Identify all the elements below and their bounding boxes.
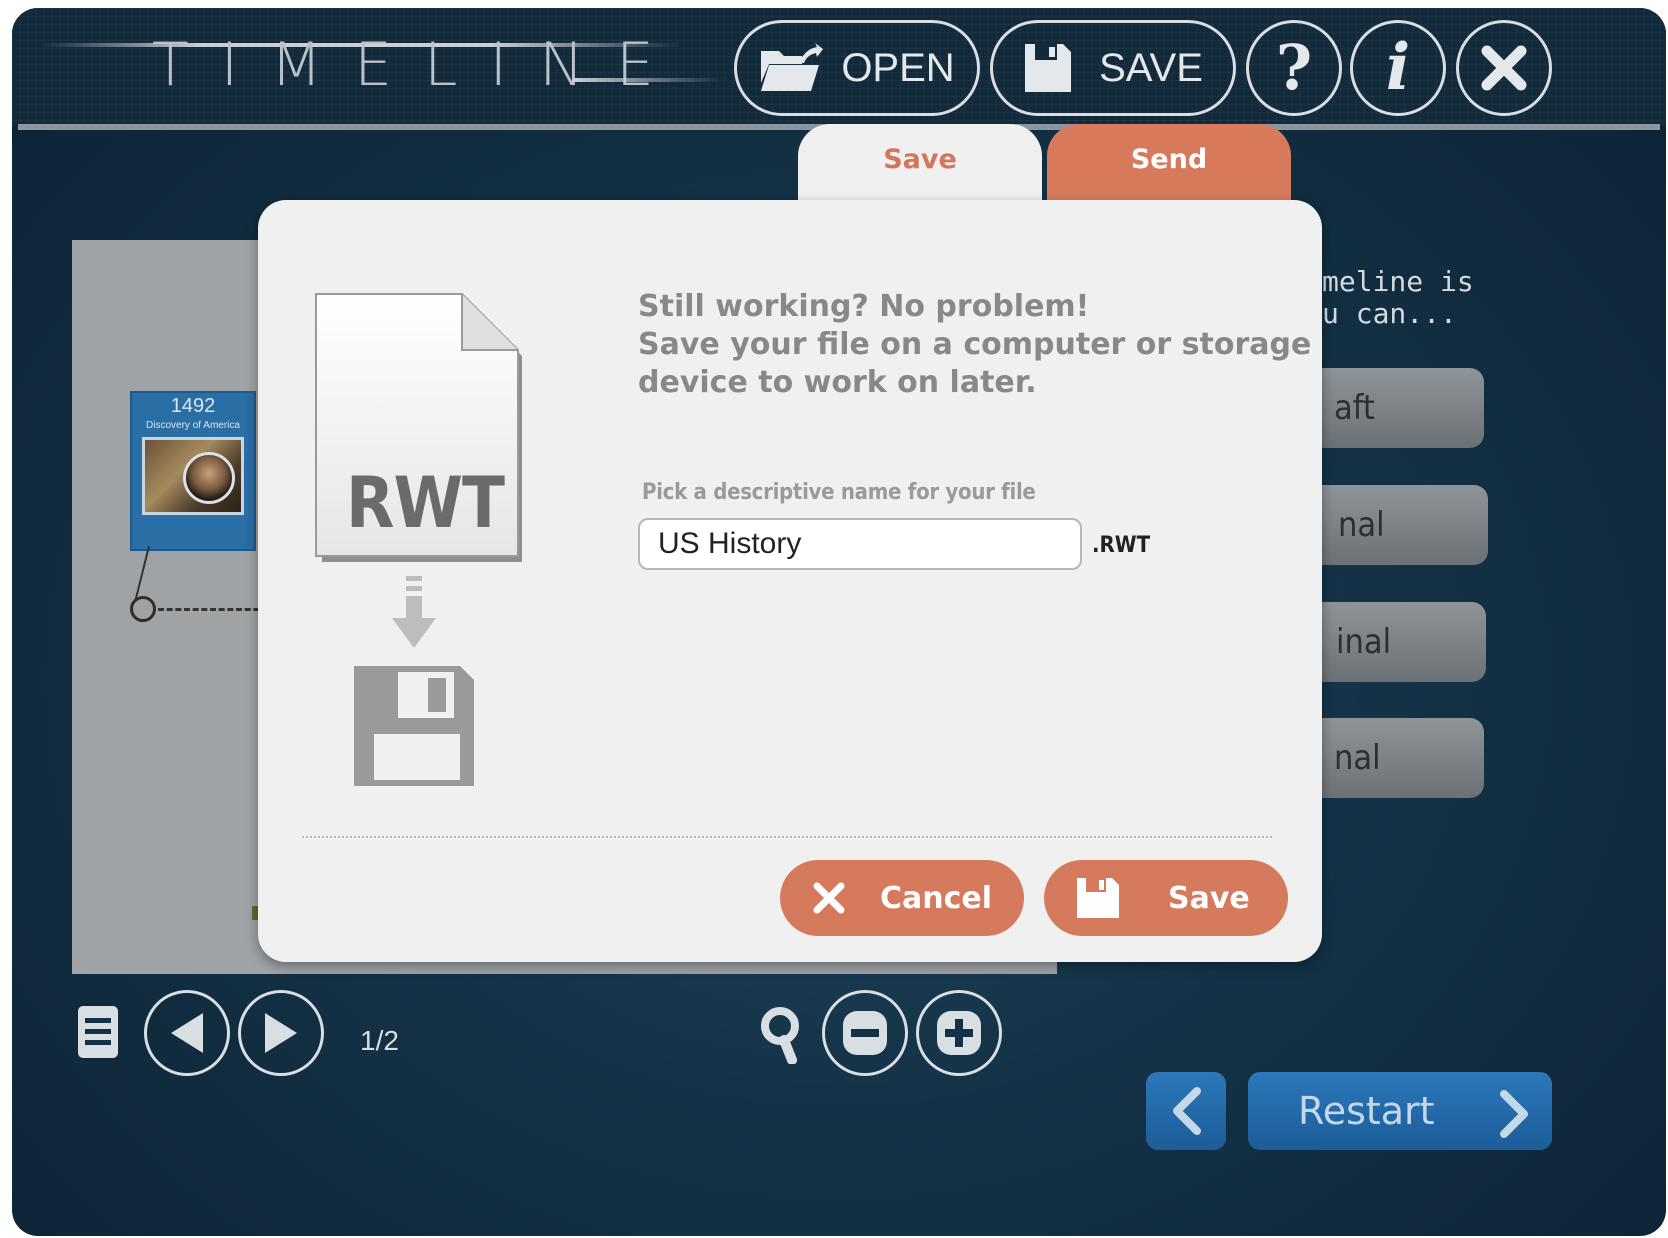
timeline-axis xyxy=(158,608,268,611)
final-button-1[interactable]: nal xyxy=(1296,485,1488,565)
save-header-button[interactable]: SAVE xyxy=(990,20,1236,116)
app-title: TIMELINE xyxy=(152,30,686,100)
prev-page-button[interactable] xyxy=(144,990,230,1076)
file-name-input[interactable] xyxy=(638,518,1082,570)
dialog-separator xyxy=(302,836,1272,838)
file-type-label: RWT xyxy=(346,462,505,544)
portrait-image xyxy=(183,452,235,504)
dialog-message: Still working? No problem! Save your fil… xyxy=(638,288,1312,402)
page-indicator: 1/2 xyxy=(360,1025,399,1056)
event-title: Discovery of America xyxy=(146,420,240,431)
magnifier-icon xyxy=(758,1006,804,1068)
message-line-2: Save your file on a computer or storage xyxy=(638,327,1312,362)
message-line-3: device to work on later. xyxy=(638,365,1037,400)
open-button[interactable]: OPEN xyxy=(734,20,980,116)
floppy-disk-icon xyxy=(1077,878,1119,918)
save-header-label: SAVE xyxy=(1099,45,1203,90)
close-icon xyxy=(813,882,845,914)
file-extension: .RWT xyxy=(1092,533,1151,558)
event-image xyxy=(142,437,244,515)
arrow-down-icon xyxy=(390,576,438,656)
minus-icon xyxy=(843,1011,887,1055)
triangle-left-icon xyxy=(171,1013,203,1053)
title-underline xyxy=(572,78,722,82)
cancel-label: Cancel xyxy=(880,880,993,916)
header-bar: TIMELINE OPEN SAVE ? i xyxy=(12,8,1666,126)
save-button[interactable]: Save xyxy=(1044,860,1288,936)
close-icon xyxy=(1479,43,1529,93)
help-button[interactable]: ? xyxy=(1246,20,1342,116)
back-button[interactable] xyxy=(1146,1072,1226,1150)
open-label: OPEN xyxy=(841,45,955,90)
event-year: 1492 xyxy=(170,395,216,417)
side-text-line-1: meline is xyxy=(1322,265,1474,298)
restart-button[interactable]: Restart xyxy=(1248,1072,1552,1150)
chevron-right-icon xyxy=(1500,1090,1528,1138)
timeline-pin[interactable] xyxy=(130,596,156,622)
list-icon[interactable] xyxy=(76,1004,120,1064)
info-icon: i xyxy=(1385,30,1411,105)
question-mark-icon: ? xyxy=(1275,31,1313,104)
file-name-label: Pick a descriptive name for your file xyxy=(642,480,1036,505)
zoom-in-button[interactable] xyxy=(916,990,1002,1076)
zoom-out-button[interactable] xyxy=(822,990,908,1076)
cancel-button[interactable]: Cancel xyxy=(780,860,1024,936)
final-button-2[interactable]: inal xyxy=(1294,602,1486,682)
event-card[interactable]: 1492 Discovery of America xyxy=(130,391,256,551)
floppy-disk-large-icon xyxy=(352,664,476,792)
next-page-button[interactable] xyxy=(238,990,324,1076)
message-line-1: Still working? No problem! xyxy=(638,289,1090,324)
info-button[interactable]: i xyxy=(1350,20,1446,116)
restart-label: Restart xyxy=(1298,1089,1435,1133)
side-text-line-2: u can... xyxy=(1322,297,1457,330)
triangle-right-icon xyxy=(265,1013,297,1053)
chevron-left-icon xyxy=(1173,1087,1201,1135)
folder-open-icon xyxy=(759,43,824,93)
save-label: Save xyxy=(1168,880,1250,916)
save-dialog: RWT Still working? No problem! Save your… xyxy=(258,200,1322,962)
close-button[interactable] xyxy=(1456,20,1552,116)
plus-icon xyxy=(937,1011,981,1055)
floppy-disk-icon xyxy=(1023,42,1073,94)
side-panel-text: meline is u can... xyxy=(1322,266,1582,330)
